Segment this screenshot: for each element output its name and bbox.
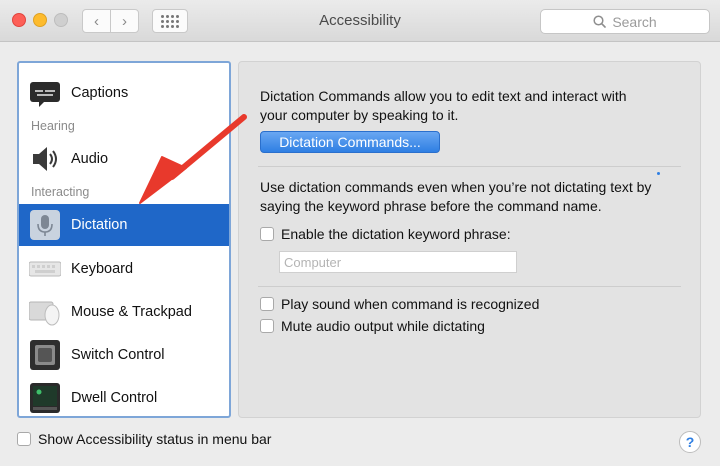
sidebar-item-captions[interactable]: Captions	[19, 73, 229, 113]
sidebar-item-dictation[interactable]: Dictation	[19, 204, 229, 246]
mute-audio-checkbox[interactable]	[260, 319, 274, 333]
mouse-icon	[29, 301, 60, 326]
description-line-2: saying the keyword phrase before the com…	[260, 198, 602, 214]
sidebar-item-label: Dictation	[71, 217, 128, 233]
mute-audio-checkbox-row[interactable]: Mute audio output while dictating	[260, 318, 485, 334]
divider	[258, 166, 681, 167]
play-sound-label: Play sound when command is recognized	[281, 296, 540, 312]
sidebar-item-dwell-control[interactable]: Dwell Control	[19, 378, 229, 416]
divider	[258, 286, 681, 287]
sidebar: Captions Hearing Audio Interacting Dicta…	[17, 61, 231, 418]
enable-keyword-label: Enable the dictation keyword phrase:	[281, 226, 511, 242]
microphone-icon	[30, 210, 60, 240]
sidebar-header-interacting: Interacting	[31, 185, 90, 199]
play-sound-checkbox-row[interactable]: Play sound when command is recognized	[260, 296, 539, 312]
sidebar-item-label: Dwell Control	[71, 390, 158, 406]
dwell-control-icon	[30, 383, 60, 413]
focus-dot	[657, 172, 660, 175]
show-status-label: Show Accessibility status in menu bar	[38, 431, 272, 447]
sidebar-item-mouse-trackpad[interactable]: Mouse & Trackpad	[19, 292, 229, 332]
keyboard-icon	[29, 261, 61, 277]
description-line-1: Use dictation commands even when you’re …	[260, 179, 652, 195]
sidebar-item-switch-control[interactable]: Switch Control	[19, 335, 229, 375]
preferences-window: ‹ › Accessibility Search Captions Hearin…	[0, 0, 720, 466]
show-status-checkbox[interactable]	[17, 432, 31, 446]
keyword-phrase-field[interactable]: Computer	[279, 251, 517, 273]
sidebar-item-label: Audio	[71, 151, 109, 167]
show-status-checkbox-row[interactable]: Show Accessibility status in menu bar	[17, 431, 271, 447]
dictation-commands-button[interactable]: Dictation Commands...	[260, 131, 440, 153]
sidebar-header-hearing: Hearing	[31, 119, 75, 133]
enable-keyword-checkbox-row[interactable]: Enable the dictation keyword phrase:	[260, 226, 511, 242]
title-bar: ‹ › Accessibility Search	[0, 0, 720, 42]
play-sound-checkbox[interactable]	[260, 297, 274, 311]
speaker-icon	[33, 147, 57, 171]
sidebar-item-audio[interactable]: Audio	[19, 139, 229, 179]
mute-audio-label: Mute audio output while dictating	[281, 318, 485, 334]
sidebar-item-label: Captions	[71, 85, 129, 101]
sidebar-item-keyboard[interactable]: Keyboard	[19, 249, 229, 289]
sidebar-item-label: Keyboard	[71, 261, 134, 277]
help-button[interactable]: ?	[679, 431, 701, 453]
captions-icon	[30, 82, 60, 107]
search-field[interactable]: Search	[540, 9, 710, 34]
sidebar-item-label: Mouse & Trackpad	[71, 304, 192, 320]
search-placeholder: Search	[612, 13, 657, 30]
enable-keyword-checkbox[interactable]	[260, 227, 274, 241]
search-icon	[593, 15, 607, 28]
sidebar-item-label: Switch Control	[71, 347, 165, 363]
intro-text-line-2: your computer by speaking to it.	[260, 107, 459, 123]
switch-control-icon	[30, 340, 60, 370]
intro-text-line-1: Dictation Commands allow you to edit tex…	[260, 88, 627, 104]
